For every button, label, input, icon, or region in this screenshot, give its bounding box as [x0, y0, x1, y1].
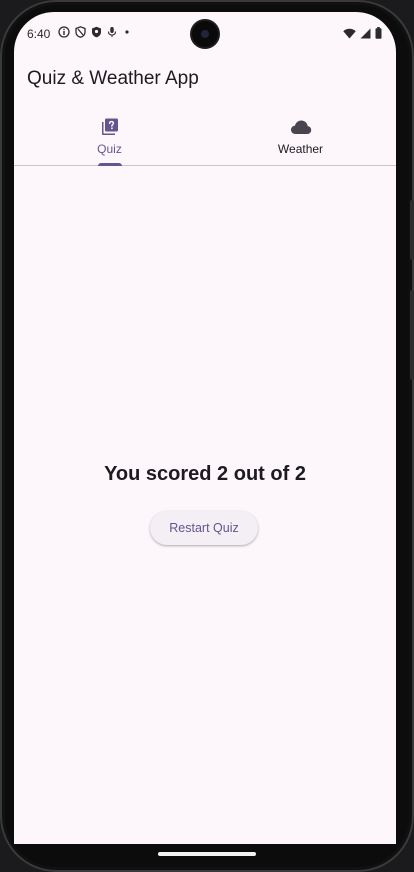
app-bar: Quiz & Weather App — [14, 56, 396, 112]
dot-icon — [122, 26, 132, 38]
front-camera — [192, 21, 218, 47]
status-notification-icons — [58, 26, 132, 38]
restart-quiz-button[interactable]: Restart Quiz — [150, 511, 258, 545]
tab-weather[interactable]: Weather — [205, 112, 396, 165]
info-icon — [58, 26, 70, 38]
volume-button — [410, 290, 414, 380]
score-text: You scored 2 out of 2 — [104, 463, 306, 485]
shield-icon — [75, 26, 86, 38]
status-bar: 6:40 — [14, 12, 396, 56]
status-time: 6:40 — [27, 27, 51, 41]
device-frame: 6:40 Quiz & Weather App Quiz Weather You… — [0, 0, 414, 872]
battery-icon — [375, 27, 382, 42]
app-title: Quiz & Weather App — [27, 68, 199, 89]
gesture-nav-bar — [0, 844, 414, 872]
power-button — [410, 200, 414, 260]
quiz-result-panel: You scored 2 out of 2 Restart Quiz — [14, 166, 396, 844]
signal-icon — [360, 28, 371, 42]
tab-quiz-label: Quiz — [97, 142, 122, 156]
shield-filled-icon — [91, 26, 102, 38]
mic-icon — [107, 26, 117, 38]
home-gesture-handle[interactable] — [158, 852, 256, 856]
screen: 6:40 Quiz & Weather App Quiz Weather You… — [14, 12, 396, 844]
status-system-icons — [343, 27, 382, 42]
wifi-icon — [343, 28, 356, 42]
cloud-icon — [290, 117, 312, 137]
tab-bar: Quiz Weather — [14, 112, 396, 166]
tab-quiz[interactable]: Quiz — [14, 112, 205, 166]
tab-weather-label: Weather — [277, 142, 324, 156]
quiz-icon — [100, 117, 120, 137]
